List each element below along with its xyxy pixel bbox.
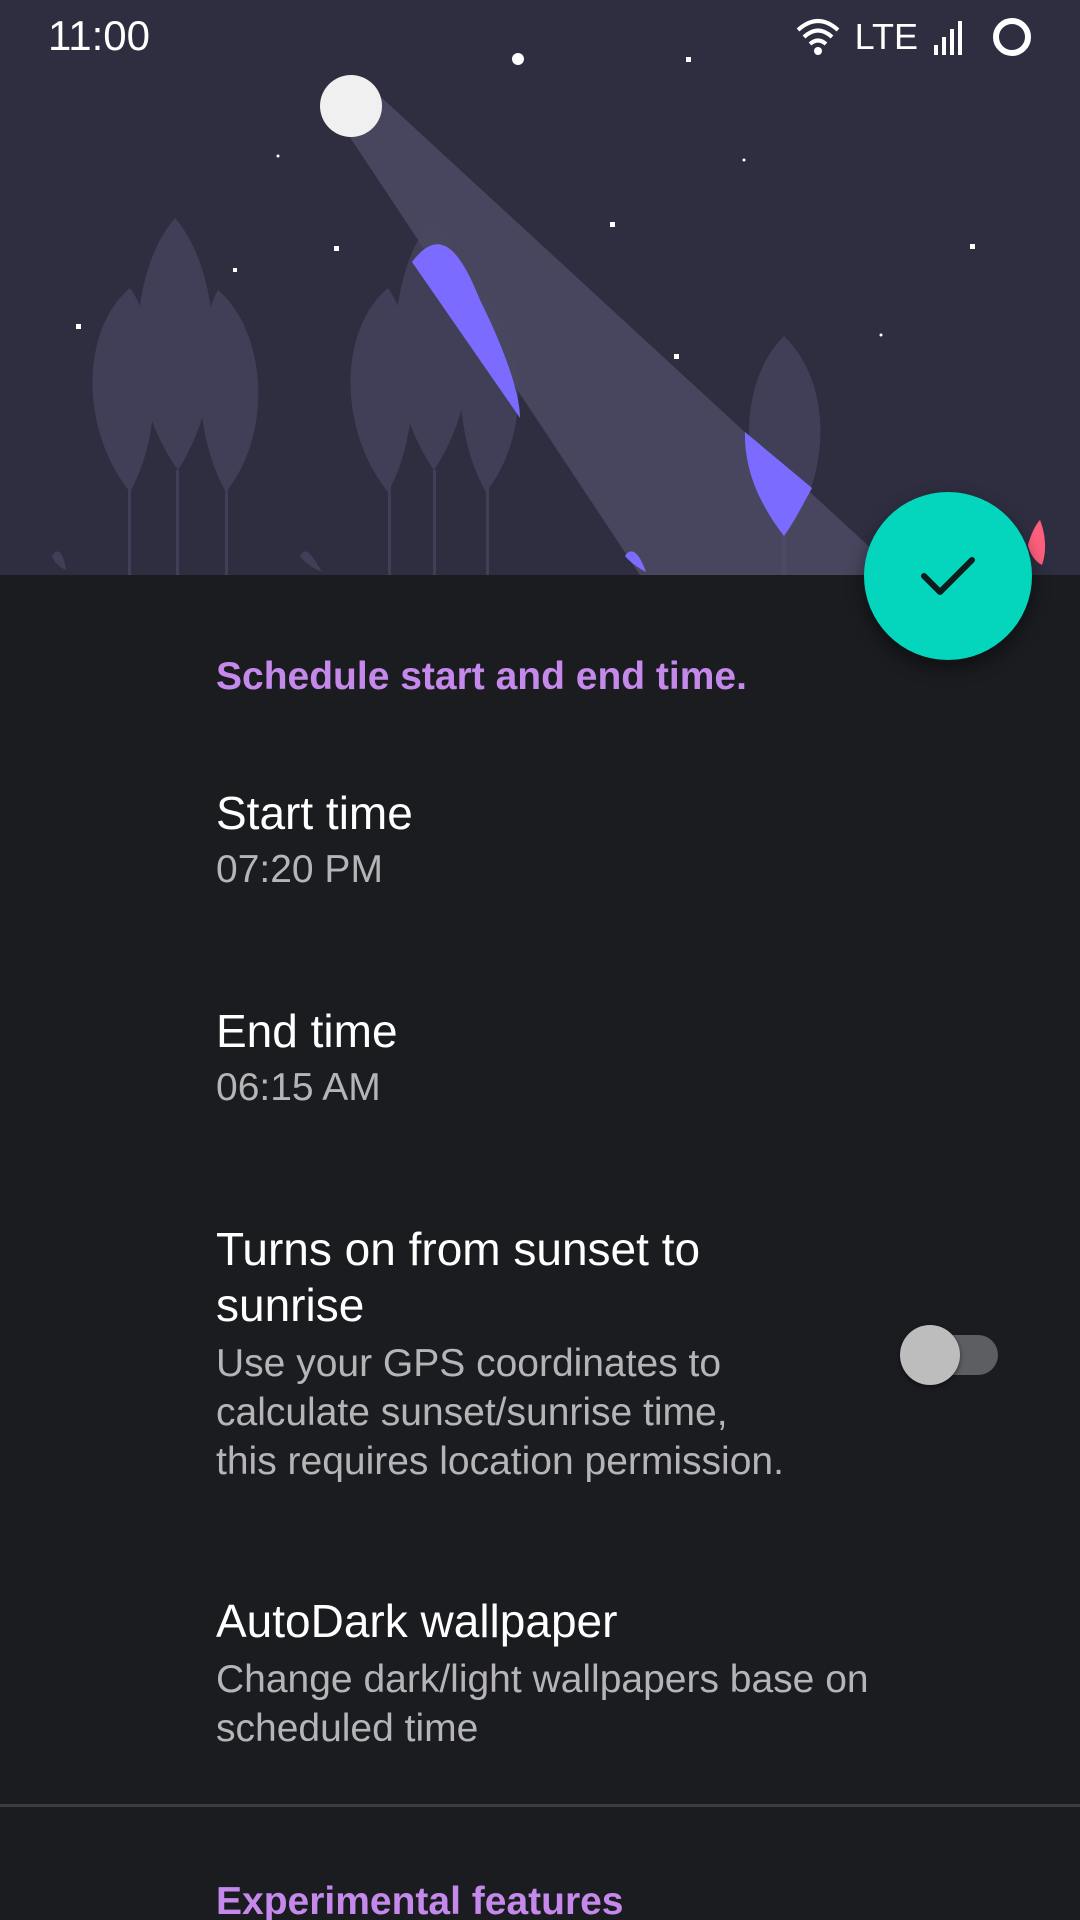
night-scene-illustration — [52, 53, 1046, 575]
start-time-title: Start time — [216, 787, 413, 839]
sunset-sunrise-toggle[interactable] — [900, 1325, 1000, 1385]
signal-icon — [932, 19, 964, 55]
pink-sprout — [1028, 520, 1046, 565]
status-bar: 11:00 LTE — [0, 0, 1080, 75]
ground-sprouts — [52, 551, 322, 572]
toggle-thumb — [900, 1325, 960, 1385]
moon — [320, 75, 382, 137]
wallpaper-summary-line2: scheduled time — [216, 1707, 479, 1750]
sunset-sunrise-summary-line2: calculate sunset/sunrise time, — [216, 1391, 728, 1434]
autodark-wallpaper-preference[interactable]: AutoDark wallpaper Change dark/light wal… — [0, 1568, 1080, 1768]
end-time-preference[interactable]: End time 06:15 AM — [0, 978, 1080, 1148]
start-time-value: 07:20 PM — [216, 848, 383, 891]
start-time-preference[interactable]: Start time 07:20 PM — [0, 760, 1080, 930]
wallpaper-title: AutoDark wallpaper — [216, 1595, 618, 1647]
experimental-section-header: Experimental features — [216, 1880, 624, 1920]
confirm-fab-button[interactable] — [864, 492, 1032, 660]
sunset-sunrise-title-line2: sunrise — [216, 1279, 365, 1331]
screen: 11:00 LTE Schedule start and end time. S… — [0, 0, 1080, 1920]
end-time-title: End time — [216, 1005, 398, 1057]
sunset-sunrise-summary-line3: this requires location permission. — [216, 1440, 784, 1483]
header-illustration — [0, 0, 1080, 575]
end-time-value: 06:15 AM — [216, 1066, 381, 1109]
circle-status-icon — [992, 17, 1032, 57]
wallpaper-summary-line1: Change dark/light wallpapers base on — [216, 1658, 869, 1701]
sunset-sunrise-summary-line1: Use your GPS coordinates to — [216, 1342, 722, 1385]
section-divider — [0, 1804, 1080, 1807]
sunset-sunrise-title-line1: Turns on from sunset to — [216, 1223, 701, 1275]
status-icons: LTE — [795, 12, 1032, 62]
checkmark-icon — [921, 557, 975, 595]
wifi-icon — [795, 18, 841, 56]
schedule-section-header: Schedule start and end time. — [216, 655, 747, 698]
status-time: 11:00 — [48, 12, 150, 59]
network-label: LTE — [854, 16, 918, 57]
